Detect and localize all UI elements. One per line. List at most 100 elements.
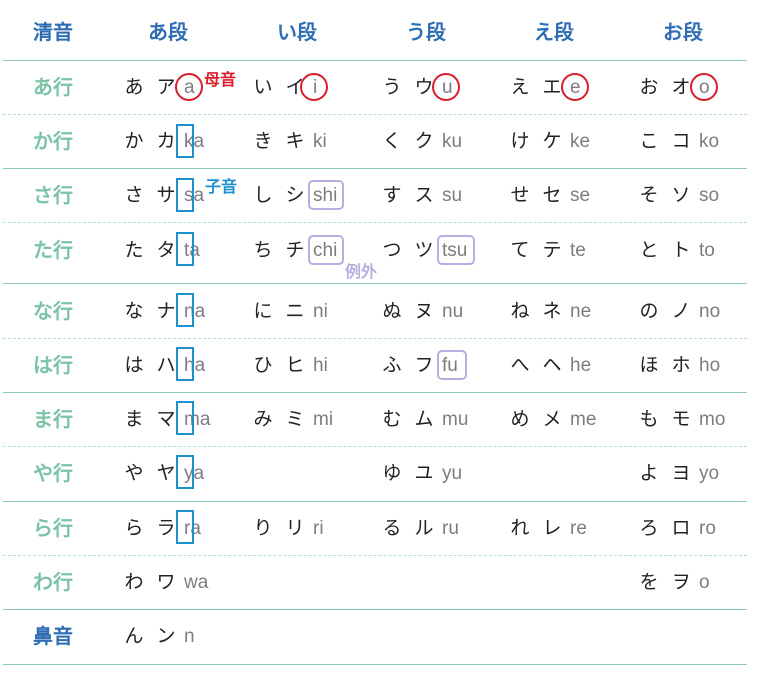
katakana: ク bbox=[414, 130, 434, 152]
katakana: テ bbox=[542, 239, 562, 261]
katakana: ソ bbox=[671, 184, 691, 206]
kana-cell: のノ no bbox=[633, 296, 720, 326]
romaji: ho bbox=[699, 355, 721, 376]
romaji: ko bbox=[699, 131, 720, 152]
row-label: な行 bbox=[33, 299, 73, 323]
kana-cell: まマ ma bbox=[118, 404, 210, 434]
romaji: te bbox=[570, 240, 586, 261]
kana-cell: をヲo bbox=[633, 567, 710, 597]
header-corner: 清音 bbox=[33, 20, 73, 44]
hiragana: へ bbox=[510, 354, 530, 376]
consonant-box bbox=[176, 455, 194, 489]
consonant-box bbox=[176, 347, 194, 381]
hiragana: め bbox=[510, 408, 530, 430]
hiragana: う bbox=[382, 76, 402, 98]
kana-cell: もモ mo bbox=[633, 404, 725, 434]
katakana: チ bbox=[285, 239, 305, 261]
kana-chart: 清音 あ段 い段 う段 え段 お段 あ行あア a いイ i うウ u えエ e おオ o か行かカ k… bbox=[0, 0, 777, 677]
katakana: キ bbox=[285, 130, 305, 152]
hiragana: て bbox=[510, 239, 530, 261]
kana-cell: にニ ni bbox=[247, 296, 328, 326]
romaji: wa bbox=[184, 572, 209, 593]
hiragana: の bbox=[639, 300, 659, 322]
katakana: フ bbox=[414, 354, 434, 376]
hiragana: や bbox=[124, 462, 144, 484]
hiragana: ろ bbox=[639, 517, 659, 539]
kana-cell: ゆユ yu bbox=[376, 458, 462, 488]
row-divider bbox=[3, 392, 747, 393]
exception-box bbox=[437, 350, 467, 380]
vowel-note: 母音 bbox=[204, 70, 237, 89]
hiragana: す bbox=[382, 184, 402, 206]
header-u-column: う段 bbox=[406, 20, 446, 44]
hiragana: ほ bbox=[639, 354, 659, 376]
row-divider bbox=[3, 168, 747, 169]
kana-cell: るル ru bbox=[376, 513, 459, 543]
hiragana: く bbox=[382, 130, 402, 152]
row-divider bbox=[3, 664, 747, 665]
kana-cell: へヘ he bbox=[504, 350, 591, 380]
kana-cell: ぬヌ nu bbox=[376, 296, 463, 326]
hiragana: ね bbox=[510, 300, 530, 322]
katakana: リ bbox=[285, 517, 305, 539]
romaji: yu bbox=[442, 463, 463, 484]
consonant-box bbox=[176, 124, 194, 158]
hiragana: い bbox=[253, 76, 273, 98]
kana-cell: そソ so bbox=[633, 180, 719, 210]
katakana: ネ bbox=[542, 300, 562, 322]
romaji: ru bbox=[442, 518, 459, 539]
romaji: ni bbox=[313, 301, 328, 322]
exception-box bbox=[308, 180, 344, 210]
kana-cell: せセ se bbox=[504, 180, 590, 210]
katakana: ル bbox=[414, 517, 434, 539]
hiragana: ふ bbox=[382, 354, 402, 376]
hiragana: し bbox=[253, 184, 273, 206]
consonant-box bbox=[176, 401, 194, 435]
hiragana: か bbox=[124, 130, 144, 152]
vowel-circle bbox=[690, 73, 718, 101]
row-label: か行 bbox=[33, 129, 73, 153]
romaji: o bbox=[699, 572, 710, 593]
kana-cell: りリ ri bbox=[247, 513, 323, 543]
hiragana: あ bbox=[124, 76, 144, 98]
romaji: ro bbox=[699, 518, 716, 539]
romaji: mu bbox=[442, 409, 469, 430]
kana-cell: むム mu bbox=[376, 404, 468, 434]
vowel-circle bbox=[432, 73, 460, 101]
row-divider bbox=[3, 222, 747, 223]
kana-cell: ろロ ro bbox=[633, 513, 716, 543]
vowel-circle bbox=[561, 73, 589, 101]
row-label: 鼻音 bbox=[33, 624, 73, 648]
kana-cell: わワ wa bbox=[118, 567, 208, 597]
hiragana: ゆ bbox=[382, 462, 402, 484]
row-label: ま行 bbox=[33, 407, 73, 431]
katakana: ユ bbox=[414, 462, 434, 484]
row-label: や行 bbox=[33, 461, 73, 485]
row-label: は行 bbox=[33, 353, 73, 377]
hiragana: る bbox=[382, 517, 402, 539]
kana-cell: きキ ki bbox=[247, 126, 327, 156]
header-e-column: え段 bbox=[534, 20, 574, 44]
hiragana: れ bbox=[510, 517, 530, 539]
hiragana: そ bbox=[639, 184, 659, 206]
hiragana: な bbox=[124, 300, 144, 322]
hiragana: せ bbox=[510, 184, 530, 206]
row-divider bbox=[3, 283, 747, 284]
katakana: ヨ bbox=[671, 462, 691, 484]
katakana: ニ bbox=[285, 300, 305, 322]
row-label: あ行 bbox=[33, 75, 73, 99]
hiragana: ひ bbox=[253, 354, 273, 376]
romaji: mo bbox=[699, 409, 726, 430]
romaji: yo bbox=[699, 463, 720, 484]
katakana: ツ bbox=[414, 239, 434, 261]
katakana: ミ bbox=[285, 408, 305, 430]
romaji: ki bbox=[313, 131, 327, 152]
romaji: nu bbox=[442, 301, 464, 322]
romaji: se bbox=[570, 185, 591, 206]
kana-cell: れレ re bbox=[504, 513, 586, 543]
katakana: ケ bbox=[542, 130, 562, 152]
row-label: さ行 bbox=[33, 183, 73, 207]
hiragana: に bbox=[253, 300, 273, 322]
hiragana: お bbox=[639, 76, 659, 98]
row-divider bbox=[3, 555, 747, 556]
